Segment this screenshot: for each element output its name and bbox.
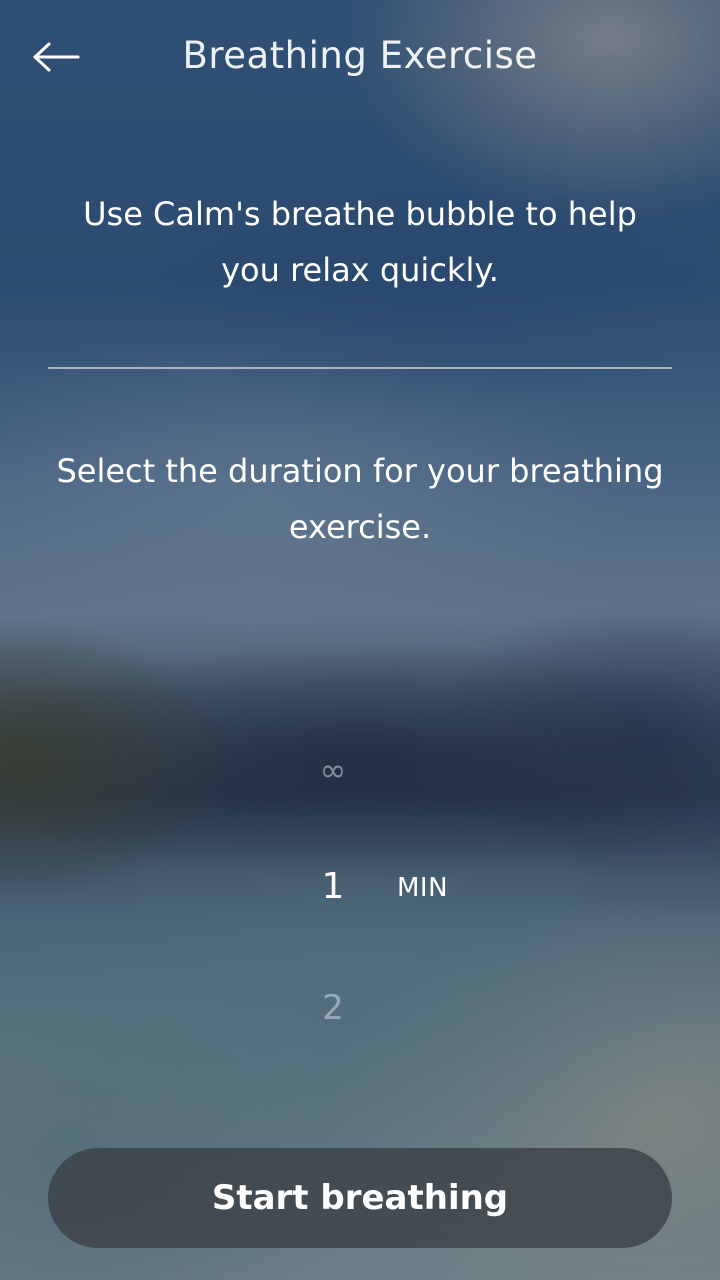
arrow-left-icon (33, 42, 80, 72)
duration-option-selected[interactable]: 1 (293, 864, 373, 910)
duration-option-2[interactable]: 2 (293, 986, 373, 1030)
header-bar: Breathing Exercise (0, 0, 720, 114)
duration-option-infinite[interactable]: ∞ (293, 750, 373, 790)
back-button[interactable] (26, 30, 86, 84)
intro-text: Use Calm's breathe bubble to help you re… (83, 195, 637, 289)
duration-prompt: Select the duration for your breathing e… (56, 452, 664, 546)
page-title: Breathing Exercise (182, 34, 538, 77)
divider (48, 367, 672, 369)
duration-unit-label: MIN (397, 873, 449, 903)
start-breathing-button[interactable]: Start breathing (48, 1148, 672, 1248)
duration-picker[interactable]: ∞ 1 MIN 2 (0, 720, 720, 1060)
